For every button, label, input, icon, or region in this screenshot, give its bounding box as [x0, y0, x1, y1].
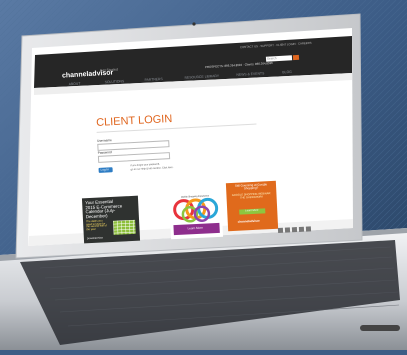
social-icon-3[interactable] [291, 227, 298, 233]
login-button[interactable]: Log In [98, 167, 113, 173]
ad-google-brand: channeladvisor [237, 218, 260, 224]
ad-mobile-cta[interactable]: Learn More [173, 222, 220, 236]
ad-calendar-cta[interactable]: Download Now [87, 236, 103, 240]
ad-google-body: GOOGLE SHOPPING WEBINAR: THE GUESSWORK [231, 192, 272, 200]
website-screen: channeladvisor Get Started CONTACT US · … [0, 0, 407, 350]
ad-mobile[interactable]: Mobile Shopping Experience Learn More [168, 192, 224, 240]
social-icon-4[interactable] [298, 226, 305, 232]
social-icon-1[interactable] [277, 227, 284, 234]
help-text-2[interactable]: go to our Help & Info section. Click her… [131, 166, 174, 172]
page-title: CLIENT LOGIN [95, 112, 173, 129]
ad-calendar[interactable]: Your Essential 2015 E-Commerce Calendar … [81, 195, 141, 244]
ad-calendar-title: Your Essential 2015 E-Commerce Calendar … [85, 198, 123, 220]
social-icon-2[interactable] [284, 227, 291, 233]
ad-google-cta-label: Learn More [245, 208, 259, 213]
social-icon-5[interactable] [305, 226, 312, 232]
calendar-icon [113, 219, 136, 235]
ad-google-title: Still Guessing at Google Shopping? [234, 182, 268, 191]
login-button-label: Log In [100, 167, 110, 172]
ad-mobile-cta-label: Learn More [187, 225, 204, 231]
ad-google-cta[interactable]: Learn More [239, 208, 266, 215]
ad-calendar-subtitle: The dates you need to know for the secon… [86, 219, 107, 232]
ad-google-shopping[interactable]: Still Guessing at Google Shopping? GOOGL… [225, 180, 279, 232]
